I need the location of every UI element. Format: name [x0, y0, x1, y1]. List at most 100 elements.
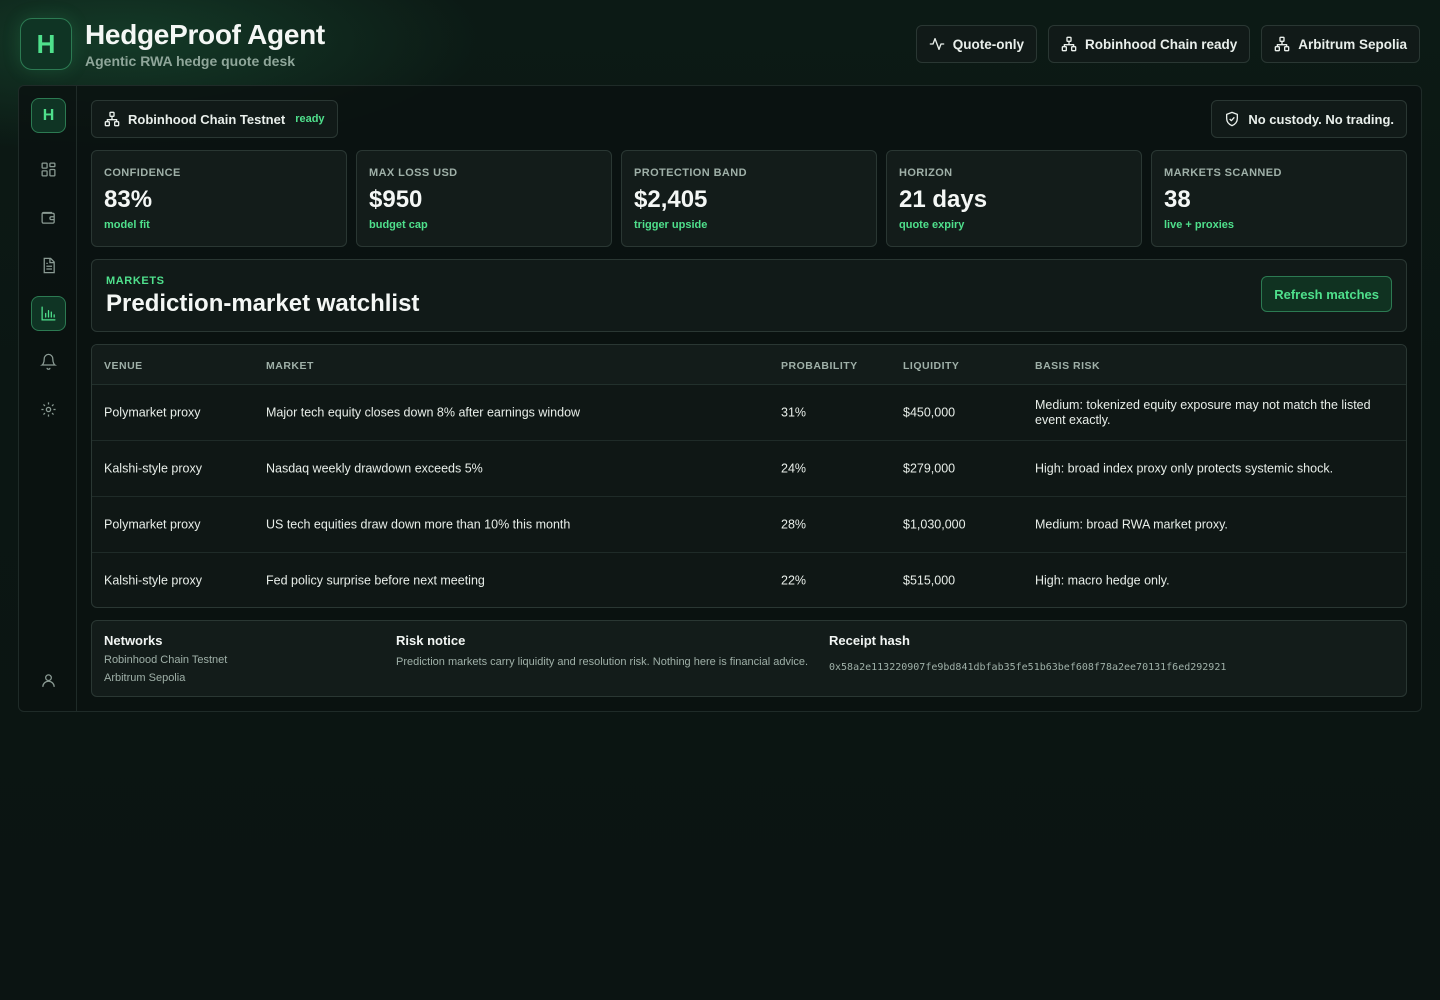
metric-label: MAX LOSS USD — [369, 167, 458, 179]
sidebar-item-profile[interactable] — [31, 663, 66, 698]
shield-check-icon — [1226, 111, 1239, 127]
sidebar-item-alerts[interactable] — [31, 344, 66, 379]
cell-venue: Kalshi-style proxy — [104, 461, 202, 475]
cell-probability: 31% — [781, 405, 807, 419]
pill-label: Arbitrum Sepolia — [1298, 36, 1407, 52]
metric-card-confidence: CONFIDENCE 83% model fit — [91, 150, 347, 247]
table-row[interactable]: Kalshi-style proxy Nasdaq weekly drawdow… — [92, 441, 1406, 497]
cell-probability: 22% — [781, 573, 807, 588]
metric-card-max-loss: MAX LOSS USD $950 budget cap — [356, 150, 612, 247]
sidebar-item-documents[interactable] — [31, 248, 66, 283]
cell-liquidity: $450,000 — [903, 405, 956, 419]
app-logo: H — [20, 18, 72, 70]
section-title: Prediction-market watchlist — [106, 290, 420, 317]
metric-card-markets-scanned: MARKETS SCANNED 38 live + proxies — [1151, 150, 1407, 247]
metric-card-horizon: HORIZON 21 days quote expiry — [886, 150, 1142, 247]
activity-icon — [929, 38, 945, 50]
refresh-matches-button[interactable]: Refresh matches — [1261, 276, 1392, 312]
bell-icon — [40, 353, 57, 370]
cell-basis-risk: High: broad index proxy only protects sy… — [1035, 461, 1334, 475]
metric-sub: budget cap — [369, 219, 428, 231]
metric-label: MARKETS SCANNED — [1164, 167, 1282, 179]
cell-venue: Polymarket proxy — [104, 517, 201, 531]
cell-venue: Polymarket proxy — [104, 405, 201, 419]
receipt-section: Receipt hash 0x58a2e113220907fe9bd841dbf… — [829, 633, 1226, 673]
metric-value: 21 days — [899, 186, 988, 213]
custody-notice-badge: No custody. No trading. — [1211, 100, 1407, 138]
cell-probability: 24% — [781, 461, 807, 475]
metric-label: PROTECTION BAND — [634, 167, 747, 179]
gear-icon — [41, 402, 56, 417]
receipt-hash[interactable]: 0x58a2e113220907fe9bd841dbfab35fe51b63be… — [829, 662, 1226, 673]
metric-value: 83% — [104, 186, 153, 213]
metrics-row: CONFIDENCE 83% model fit MAX LOSS USD $9… — [91, 150, 1407, 247]
app-title: HedgeProof Agent — [85, 19, 325, 50]
sidebar-logo[interactable]: H — [31, 98, 66, 133]
network-item: Arbitrum Sepolia — [104, 672, 186, 684]
receipt-title: Receipt hash — [829, 633, 910, 648]
cell-basis-risk: Medium: broad RWA market proxy. — [1035, 517, 1228, 531]
cell-basis-risk: High: macro hedge only. — [1035, 573, 1170, 588]
app-subtitle: Agentic RWA hedge quote desk — [85, 53, 296, 69]
bar-chart-icon — [41, 306, 56, 321]
metric-value: $2,405 — [634, 186, 708, 213]
dashboard-icon — [41, 162, 56, 177]
pill-label: Robinhood Chain ready — [1084, 36, 1238, 52]
metric-value: 38 — [1164, 186, 1191, 213]
risk-notice-text: Prediction markets carry liquidity and r… — [396, 656, 809, 668]
cell-probability: 28% — [781, 517, 807, 531]
markets-table: VENUE MARKET PROBABILITY LIQUIDITY BASIS… — [91, 344, 1407, 608]
header-status-pills: Quote-only Robinhood Chain ready Arbitru… — [915, 25, 1420, 63]
quote-only-pill[interactable]: Quote-only — [915, 25, 1037, 63]
cell-market: US tech equities draw down more than 10%… — [266, 517, 571, 531]
metric-sub: trigger upside — [634, 219, 708, 231]
network-icon — [1274, 36, 1290, 52]
cell-liquidity: $1,030,000 — [903, 517, 966, 531]
risk-notice-section: Risk notice Prediction markets carry liq… — [396, 633, 816, 669]
cell-market: Fed policy surprise before next meeting — [266, 573, 485, 588]
custody-text: No custody. No trading. — [1248, 111, 1394, 127]
cell-market: Nasdaq weekly drawdown exceeds 5% — [266, 461, 483, 475]
column-header-basis-risk: BASIS RISK — [1035, 360, 1101, 372]
table-row[interactable]: Polymarket proxy Major tech equity close… — [92, 385, 1406, 441]
sidebar-item-markets[interactable] — [31, 296, 66, 331]
column-header-probability: PROBABILITY — [781, 360, 858, 372]
cell-liquidity: $515,000 — [903, 573, 956, 588]
sidebar-item-wallet[interactable] — [31, 200, 66, 235]
metric-label: CONFIDENCE — [104, 167, 181, 179]
metric-card-protection-band: PROTECTION BAND $2,405 trigger upside — [621, 150, 877, 247]
sidebar: H — [19, 86, 77, 711]
pill-label: Quote-only — [952, 36, 1024, 52]
watchlist-header: MARKETS Prediction-market watchlist Refr… — [91, 259, 1407, 332]
network-state: ready — [295, 113, 325, 125]
main-frame: H Robinhood Chain Testnet ready No custo… — [18, 85, 1422, 712]
sidebar-item-settings[interactable] — [31, 392, 66, 427]
network-status-badge[interactable]: Robinhood Chain Testnet ready — [91, 100, 338, 138]
network-icon — [1061, 36, 1077, 52]
cell-market: Major tech equity closes down 8% after e… — [266, 405, 581, 419]
table-row[interactable]: Polymarket proxy US tech equities draw d… — [92, 497, 1406, 553]
user-icon — [42, 674, 55, 687]
table-row[interactable]: Kalshi-style proxy Fed policy surprise b… — [92, 553, 1406, 607]
app-header: H HedgeProof Agent Agentic RWA hedge quo… — [20, 18, 1420, 70]
wallet-icon — [41, 211, 55, 224]
cell-liquidity: $279,000 — [903, 461, 956, 475]
metric-value: $950 — [369, 186, 423, 213]
network-icon — [104, 111, 120, 127]
sidebar-item-dashboard[interactable] — [31, 152, 66, 187]
network-name: Robinhood Chain Testnet — [128, 111, 286, 127]
column-header-market: MARKET — [266, 360, 314, 372]
footer-info: Networks Robinhood Chain Testnet Arbitru… — [91, 620, 1407, 697]
table-header: VENUE MARKET PROBABILITY LIQUIDITY BASIS… — [92, 345, 1406, 385]
cell-venue: Kalshi-style proxy — [104, 573, 202, 588]
robinhood-chain-pill[interactable]: Robinhood Chain ready — [1047, 25, 1251, 63]
arbitrum-sepolia-pill[interactable]: Arbitrum Sepolia — [1261, 25, 1420, 63]
networks-section: Networks Robinhood Chain Testnet Arbitru… — [104, 633, 227, 685]
column-header-liquidity: LIQUIDITY — [903, 360, 960, 372]
risk-notice-title: Risk notice — [396, 633, 466, 648]
section-eyebrow: MARKETS — [106, 275, 165, 287]
column-header-venue: VENUE — [104, 360, 143, 372]
metric-label: HORIZON — [899, 167, 953, 179]
metric-sub: quote expiry — [899, 219, 965, 231]
metric-sub: model fit — [104, 219, 150, 231]
